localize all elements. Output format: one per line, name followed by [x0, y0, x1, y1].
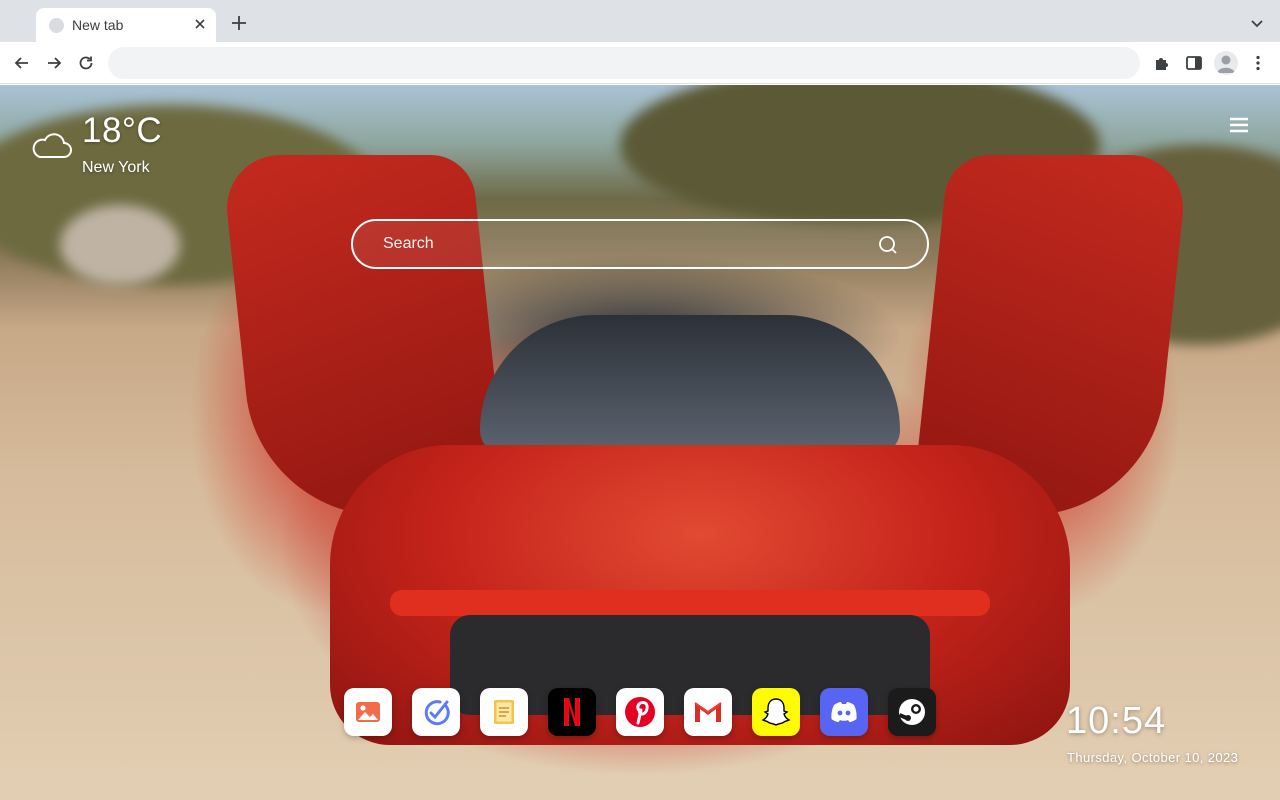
search-input[interactable] — [381, 221, 861, 267]
browser-tab[interactable]: New tab — [36, 8, 216, 42]
notes-app-icon[interactable] — [480, 688, 528, 736]
side-panel-icon[interactable] — [1184, 53, 1204, 73]
discord-app-icon[interactable] — [820, 688, 868, 736]
forward-arrow-icon[interactable] — [44, 53, 64, 73]
steam-app-icon[interactable] — [888, 688, 936, 736]
tab-search-chevron-down-icon[interactable] — [1249, 15, 1265, 31]
tab-favicon-icon — [49, 18, 64, 33]
browser-toolbar — [0, 42, 1280, 84]
weather-temperature: 18°C — [82, 111, 163, 150]
more-vertical-icon[interactable] — [1248, 53, 1268, 73]
clock-widget: 10:54 Thursday, October 10, 2023 — [1066, 700, 1238, 765]
profile-avatar-icon[interactable] — [1214, 51, 1238, 75]
tab-strip: New tab — [0, 0, 1280, 42]
tasks-app-icon[interactable] — [412, 688, 460, 736]
reload-icon[interactable] — [76, 53, 96, 73]
photos-app-icon[interactable] — [344, 688, 392, 736]
cloud-icon — [30, 129, 74, 161]
address-bar-input[interactable] — [108, 47, 1140, 79]
weather-city: New York — [82, 159, 150, 176]
clock-date: Thursday, October 10, 2023 — [1067, 750, 1239, 765]
netflix-app-icon[interactable] — [548, 688, 596, 736]
search-box[interactable] — [351, 219, 929, 269]
hamburger-menu-icon[interactable] — [1228, 115, 1250, 135]
extensions-puzzle-icon[interactable] — [1152, 53, 1172, 73]
clock-time: 10:54 — [1066, 700, 1167, 742]
back-arrow-icon[interactable] — [12, 53, 32, 73]
tab-close-icon[interactable] — [191, 15, 209, 33]
gmail-app-icon[interactable] — [684, 688, 732, 736]
weather-widget[interactable]: 18°C New York — [30, 111, 230, 183]
pinterest-app-icon[interactable] — [616, 688, 664, 736]
new-tab-plus-icon[interactable] — [228, 12, 250, 34]
tab-title: New tab — [72, 17, 124, 33]
search-icon[interactable] — [877, 234, 899, 256]
new-tab-page: 18°C New York Search 10:54 Thursday, Oct… — [0, 85, 1280, 800]
snapchat-app-icon[interactable] — [752, 688, 800, 736]
app-dock — [344, 688, 944, 738]
